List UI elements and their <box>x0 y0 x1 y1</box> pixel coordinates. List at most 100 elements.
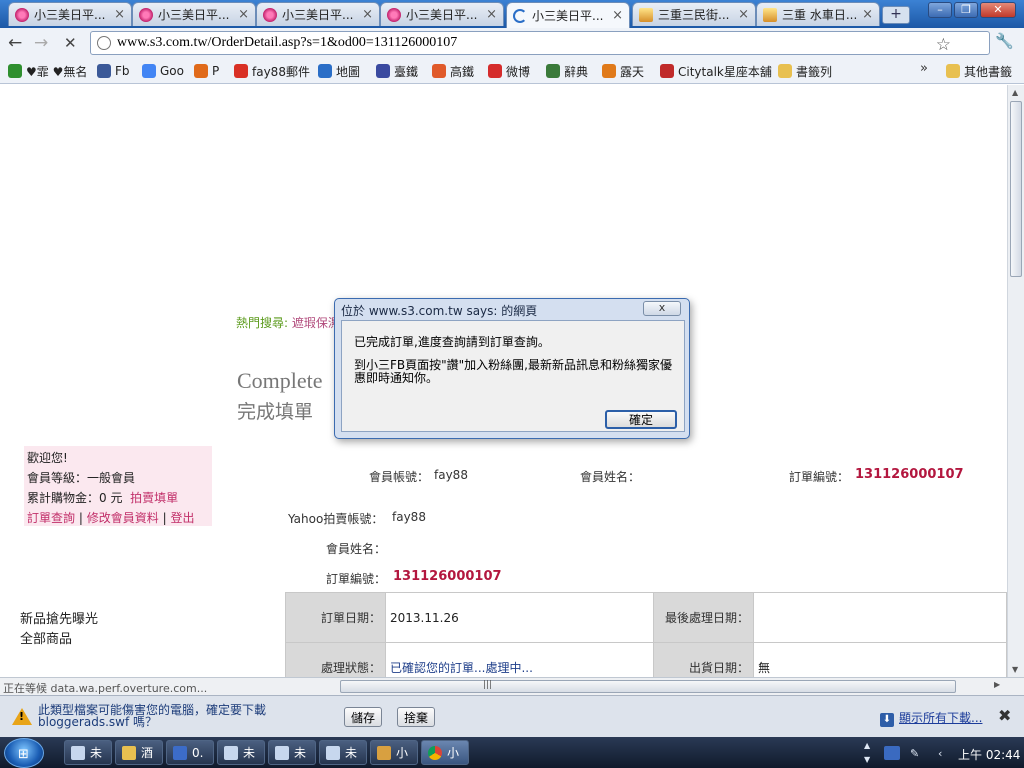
edit-member-link[interactable]: 修改會員資料 <box>87 511 159 525</box>
bookmark-item[interactable]: 辭典 <box>546 62 588 80</box>
nav-new-arrivals[interactable]: 新品搶先曝光 <box>20 610 98 630</box>
bookmark-item[interactable]: 高鐵 <box>432 62 474 80</box>
system-clock[interactable]: 上午 02:44 <box>958 746 1020 763</box>
tab-4[interactable]: 小三美日平... × <box>380 2 504 26</box>
table-row: 處理狀態： 已確認您的訂單...處理中... 出貨日期： 無 <box>285 642 1007 677</box>
logout-link[interactable]: 登出 <box>170 511 194 525</box>
scroll-down-arrow-icon[interactable]: ▼ <box>1012 665 1018 674</box>
tab-7[interactable]: 三重 水車日... × <box>756 2 880 26</box>
bookmark-item[interactable]: 地圖 <box>318 62 360 80</box>
discard-button[interactable]: 捨棄 <box>397 707 436 727</box>
tab-close-icon[interactable]: × <box>238 7 249 22</box>
maximize-button[interactable]: ❐ <box>954 2 978 18</box>
map-favicon-icon <box>763 7 777 22</box>
hot-search-link[interactable]: 遮瑕保濕 <box>292 316 340 330</box>
tray-expand-icon[interactable]: ‹ <box>938 747 942 760</box>
side-nav: 新品搶先曝光 全部商品 <box>20 610 98 650</box>
bookmark-item[interactable]: 臺鐵 <box>376 62 418 80</box>
site-favicon-icon <box>263 7 277 22</box>
scrollbar-thumb[interactable] <box>1010 101 1022 277</box>
tab-close-icon[interactable]: × <box>738 7 749 22</box>
bookmark-item[interactable]: Fb <box>97 62 130 80</box>
weibo-icon <box>488 64 502 78</box>
tab-2[interactable]: 小三美日平... × <box>132 2 256 26</box>
address-bar[interactable]: ☆ <box>90 31 990 55</box>
bookmark-item[interactable]: 微博 <box>488 62 530 80</box>
order-number-value-2: 131126000107 <box>393 569 502 584</box>
show-all-downloads-link[interactable]: ⬇ 顯示所有下載... <box>880 709 982 727</box>
bookmark-item[interactable]: ♥霏 ♥無名 <box>8 62 87 80</box>
scroll-up-arrow-icon[interactable]: ▲ <box>1012 88 1018 97</box>
bookmark-item[interactable]: P <box>194 62 219 80</box>
taskbar-item[interactable]: 未 <box>217 740 265 765</box>
dialog-ok-button[interactable]: 確定 <box>605 410 677 429</box>
tab-close-icon[interactable]: × <box>862 7 873 22</box>
tab-3[interactable]: 小三美日平... × <box>256 2 380 26</box>
page-info-icon[interactable] <box>97 36 111 50</box>
taskbar-item[interactable]: 未 <box>268 740 316 765</box>
tray-scroll-down-icon[interactable]: ▼ <box>864 755 870 764</box>
bookmark-item[interactable]: Citytalk星座本舖 <box>660 62 772 80</box>
other-bookmarks-folder[interactable]: 其他書籤 <box>946 62 1012 80</box>
minimize-button[interactable]: – <box>928 2 952 18</box>
taskbar-item[interactable]: 酒 <box>115 740 163 765</box>
account-value: fay88 <box>434 468 468 482</box>
vertical-scrollbar[interactable]: ▲ ▼ <box>1007 85 1024 677</box>
auction-order-link[interactable]: 拍賣填單 <box>130 491 178 505</box>
taskbar-item[interactable]: 未 <box>319 740 367 765</box>
bookmark-item[interactable]: fay88郵件 <box>234 62 310 80</box>
taskbar-item[interactable]: 0. <box>166 740 214 765</box>
taskbar-item[interactable]: 小 <box>370 740 418 765</box>
scroll-right-arrow-icon[interactable]: ▶ <box>994 680 1000 689</box>
taskbar-item-chrome[interactable]: 小 <box>421 740 469 765</box>
order-detail-table: 訂單日期： 2013.11.26 最後處理日期： 處理狀態： 已確認您的訂單..… <box>285 592 1007 677</box>
last-processed-label: 最後處理日期： <box>653 592 754 643</box>
page-title-zh: 完成填單 <box>237 401 314 423</box>
tab-close-icon[interactable]: × <box>612 8 623 23</box>
pen-icon[interactable]: ✎ <box>910 747 919 760</box>
close-window-button[interactable]: ✕ <box>980 2 1016 18</box>
bookmark-favicon-icon <box>194 64 208 78</box>
bookmark-star-icon[interactable]: ☆ <box>936 35 951 55</box>
nav-all-products[interactable]: 全部商品 <box>20 630 98 650</box>
bookmarks-bar: ♥霏 ♥無名 Fb Goo P fay88郵件 地圖 臺鐵 高鐵 微博 辭典 露… <box>0 58 1024 84</box>
url-input[interactable] <box>117 35 957 51</box>
order-query-link[interactable]: 訂單查詢 <box>27 511 75 525</box>
back-button[interactable]: ← <box>8 33 22 53</box>
download-bar-close-icon[interactable]: ✖ <box>998 706 1011 725</box>
table-row: 訂單日期： 2013.11.26 最後處理日期： <box>285 592 1007 643</box>
tab-close-icon[interactable]: × <box>486 7 497 22</box>
download-arrow-icon: ⬇ <box>880 713 894 727</box>
map-favicon-icon <box>639 7 653 22</box>
horizontal-scrollbar-thumb[interactable]: ||| <box>340 680 956 693</box>
windows-taskbar: ⊞ 未 酒 0. 未 未 未 小 小 ▲ ▼ ✎ ‹ 上午 02:44 <box>0 737 1024 768</box>
folder-icon <box>778 64 792 78</box>
site-favicon-icon <box>15 7 29 22</box>
wrench-menu-icon[interactable]: 🔧 <box>995 32 1014 50</box>
citytalk-icon <box>660 64 674 78</box>
bookmarks-overflow-chevron-icon[interactable]: » <box>920 61 928 76</box>
dialog-close-button[interactable]: x <box>643 301 681 316</box>
tab-6[interactable]: 三重三民街... × <box>632 2 756 26</box>
stop-loading-button[interactable]: ✕ <box>64 34 77 52</box>
new-tab-button[interactable]: + <box>882 6 910 24</box>
status-bar: 正在等候 data.wa.perf.overture.com... ||| ▶ <box>0 677 1024 695</box>
tab-5-active[interactable]: 小三美日平... × <box>506 2 630 28</box>
taskbar-item[interactable]: 未 <box>64 740 112 765</box>
order-number-value: 131126000107 <box>855 467 964 482</box>
tray-scroll-up-icon[interactable]: ▲ <box>864 741 870 750</box>
folder-icon <box>946 64 960 78</box>
status-text: 正在等候 data.wa.perf.overture.com... <box>3 682 208 695</box>
start-button[interactable]: ⊞ <box>4 738 44 768</box>
tab-1[interactable]: 小三美日平... × <box>8 2 132 26</box>
tab-close-icon[interactable]: × <box>362 7 373 22</box>
tab-close-icon[interactable]: × <box>114 7 125 22</box>
yahoo-account-value: fay88 <box>392 510 426 524</box>
forward-button[interactable]: → <box>34 33 48 53</box>
ime-icon[interactable] <box>884 746 900 760</box>
bookmark-item[interactable]: 露天 <box>602 62 644 80</box>
bookmark-item[interactable]: Goo <box>142 62 184 80</box>
member-name-label: 會員姓名： <box>580 470 641 484</box>
save-button[interactable]: 儲存 <box>344 707 383 727</box>
bookmark-folder[interactable]: 書籤列 <box>778 62 832 80</box>
